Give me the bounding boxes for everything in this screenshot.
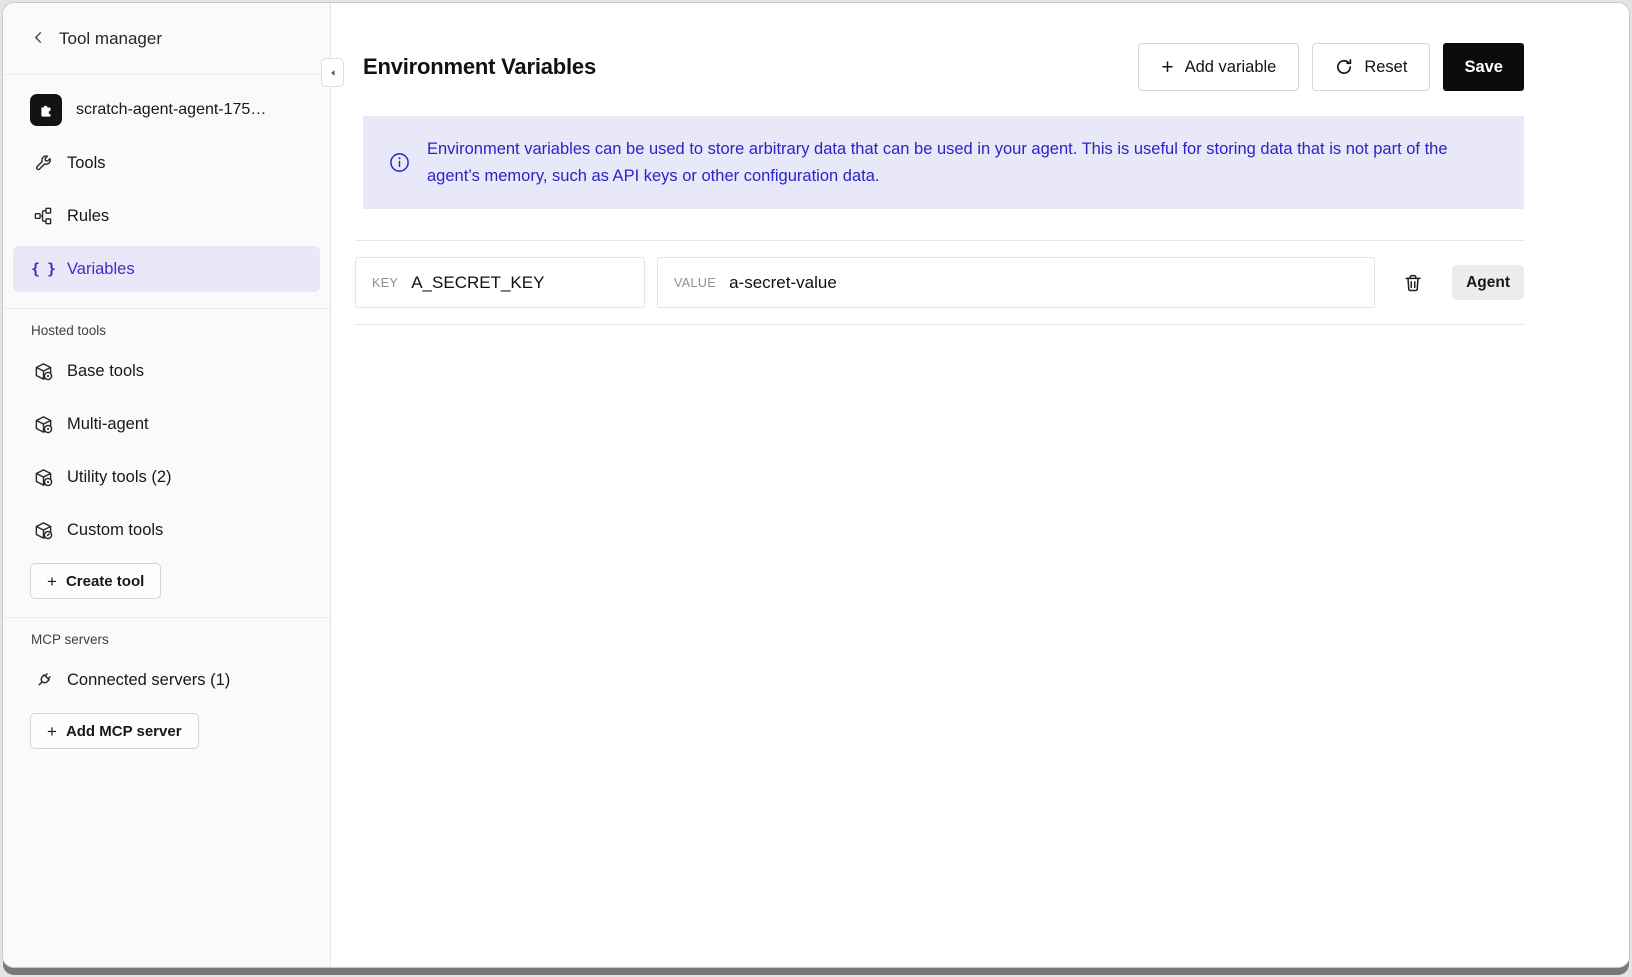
wrench-icon xyxy=(33,153,53,173)
value-field-label: VALUE xyxy=(674,276,716,290)
hosted-tools-label: Hosted tools xyxy=(3,323,330,348)
sidebar-item-label: Rules xyxy=(67,207,109,226)
save-button[interactable]: Save xyxy=(1443,43,1524,91)
create-tool-button[interactable]: + Create tool xyxy=(30,563,161,599)
cube-icon xyxy=(33,467,53,487)
rules-flow-icon xyxy=(33,206,53,226)
triangle-left-icon xyxy=(327,67,339,79)
sidebar-item-agent[interactable]: scratch-agent-agent-175… xyxy=(13,87,320,133)
sidebar-title: Tool manager xyxy=(59,29,162,49)
info-banner: Environment variables can be used to sto… xyxy=(363,116,1524,209)
page-title: Environment Variables xyxy=(363,54,596,80)
sidebar-header: Tool manager xyxy=(3,3,330,75)
value-field[interactable]: VALUE xyxy=(657,257,1375,308)
sidebar-item-multi-agent[interactable]: Multi-agent xyxy=(13,401,320,447)
agent-name: scratch-agent-agent-175… xyxy=(76,101,266,119)
sidebar-item-label: Base tools xyxy=(67,362,144,381)
sidebar-item-utility-tools[interactable]: Utility tools (2) xyxy=(13,454,320,500)
sidebar-item-label: Tools xyxy=(67,154,106,173)
sidebar-nav: scratch-agent-agent-175… Tools Rules { }… xyxy=(3,75,330,308)
plus-icon: + xyxy=(1161,57,1173,78)
main-content: Environment Variables + Add variable Res… xyxy=(332,3,1629,967)
add-variable-button[interactable]: + Add variable xyxy=(1138,43,1299,91)
braces-icon: { } xyxy=(33,259,53,279)
agent-avatar-icon xyxy=(30,94,62,126)
variable-row: KEY VALUE Agent xyxy=(355,257,1524,308)
cube-icon xyxy=(33,361,53,381)
sidebar-item-custom-tools[interactable]: Custom tools xyxy=(13,507,320,553)
cube-edit-icon xyxy=(33,520,53,540)
sidebar-item-tools[interactable]: Tools xyxy=(13,140,320,186)
cube-icon xyxy=(33,414,53,434)
reset-button[interactable]: Reset xyxy=(1312,43,1430,91)
info-icon xyxy=(389,152,410,173)
plus-icon: + xyxy=(47,573,57,590)
key-input[interactable] xyxy=(411,273,628,293)
sidebar-item-label: Utility tools (2) xyxy=(67,468,172,487)
plus-icon: + xyxy=(47,723,57,740)
delete-variable-button[interactable] xyxy=(1401,271,1425,295)
back-button[interactable] xyxy=(31,30,46,48)
sidebar-item-variables[interactable]: { } Variables xyxy=(13,246,320,292)
variables-section: KEY VALUE Agent xyxy=(355,240,1524,325)
add-mcp-server-button[interactable]: + Add MCP server xyxy=(30,713,199,749)
plug-icon xyxy=(33,670,53,690)
info-banner-text: Environment variables can be used to sto… xyxy=(427,136,1498,189)
sidebar-item-label: Connected servers (1) xyxy=(67,671,230,690)
agent-scope-badge[interactable]: Agent xyxy=(1452,265,1524,300)
sidebar-item-connected-servers[interactable]: Connected servers (1) xyxy=(13,657,320,703)
chevron-left-icon xyxy=(31,30,46,48)
mcp-servers-section: MCP servers Connected servers (1) + Add … xyxy=(3,617,330,767)
sidebar-item-label: Variables xyxy=(67,260,135,279)
sidebar-collapse-button[interactable] xyxy=(321,58,344,87)
sidebar-item-rules[interactable]: Rules xyxy=(13,193,320,239)
value-input[interactable] xyxy=(729,273,1358,293)
sidebar-item-label: Multi-agent xyxy=(67,415,149,434)
hosted-tools-section: Hosted tools Base tools Multi-agent xyxy=(3,308,330,617)
sidebar-item-base-tools[interactable]: Base tools xyxy=(13,348,320,394)
mcp-servers-label: MCP servers xyxy=(3,632,330,657)
refresh-icon xyxy=(1335,58,1353,76)
toolbar: + Add variable Reset Save xyxy=(1138,43,1524,91)
main-header: Environment Variables + Add variable Res… xyxy=(355,43,1524,91)
app-window: Tool manager scratch-agent-agent-175… To… xyxy=(2,2,1630,968)
sidebar-item-label: Custom tools xyxy=(67,521,163,540)
key-field-label: KEY xyxy=(372,276,398,290)
trash-icon xyxy=(1403,273,1423,293)
sidebar: Tool manager scratch-agent-agent-175… To… xyxy=(3,3,331,967)
key-field[interactable]: KEY xyxy=(355,257,645,308)
